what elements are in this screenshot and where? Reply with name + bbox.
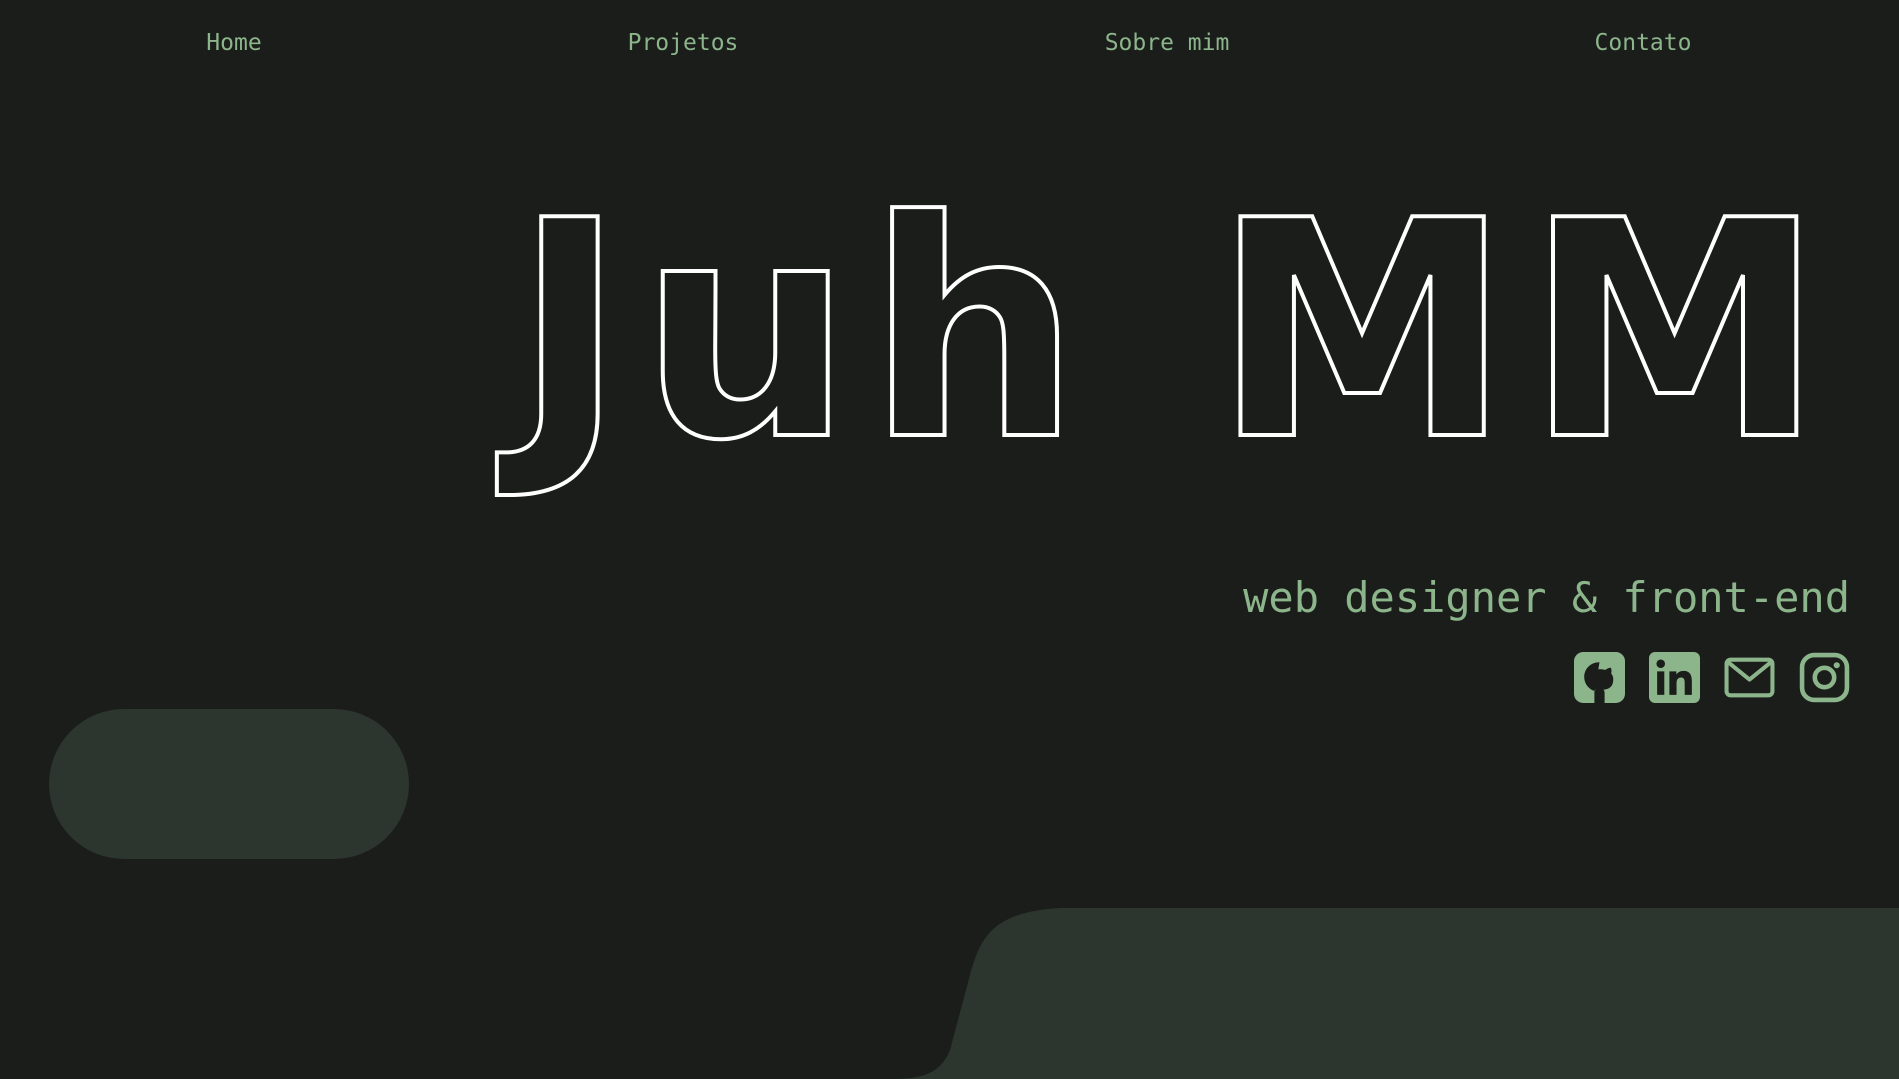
instagram-link[interactable] xyxy=(1799,652,1850,703)
hero-subtitle: web designer & front-end xyxy=(1243,573,1850,622)
nav-link-projetos[interactable]: Projetos xyxy=(628,27,739,59)
social-links xyxy=(1574,652,1850,703)
linkedin-icon xyxy=(1649,652,1700,703)
nav-link-home[interactable]: Home xyxy=(206,27,261,59)
nav-link-contato[interactable]: Contato xyxy=(1595,27,1692,59)
linkedin-link[interactable] xyxy=(1649,652,1700,703)
mail-icon xyxy=(1724,657,1775,698)
instagram-icon xyxy=(1799,652,1850,703)
hero-title: Juh MM xyxy=(512,157,1838,506)
github-icon xyxy=(1574,652,1625,703)
email-link[interactable] xyxy=(1724,652,1775,703)
top-navigation: Home Projetos Sobre mim Contato xyxy=(0,0,1899,86)
github-link[interactable] xyxy=(1574,652,1625,703)
nav-link-sobre-mim[interactable]: Sobre mim xyxy=(1105,27,1230,59)
decorative-pill-shape xyxy=(49,709,409,859)
